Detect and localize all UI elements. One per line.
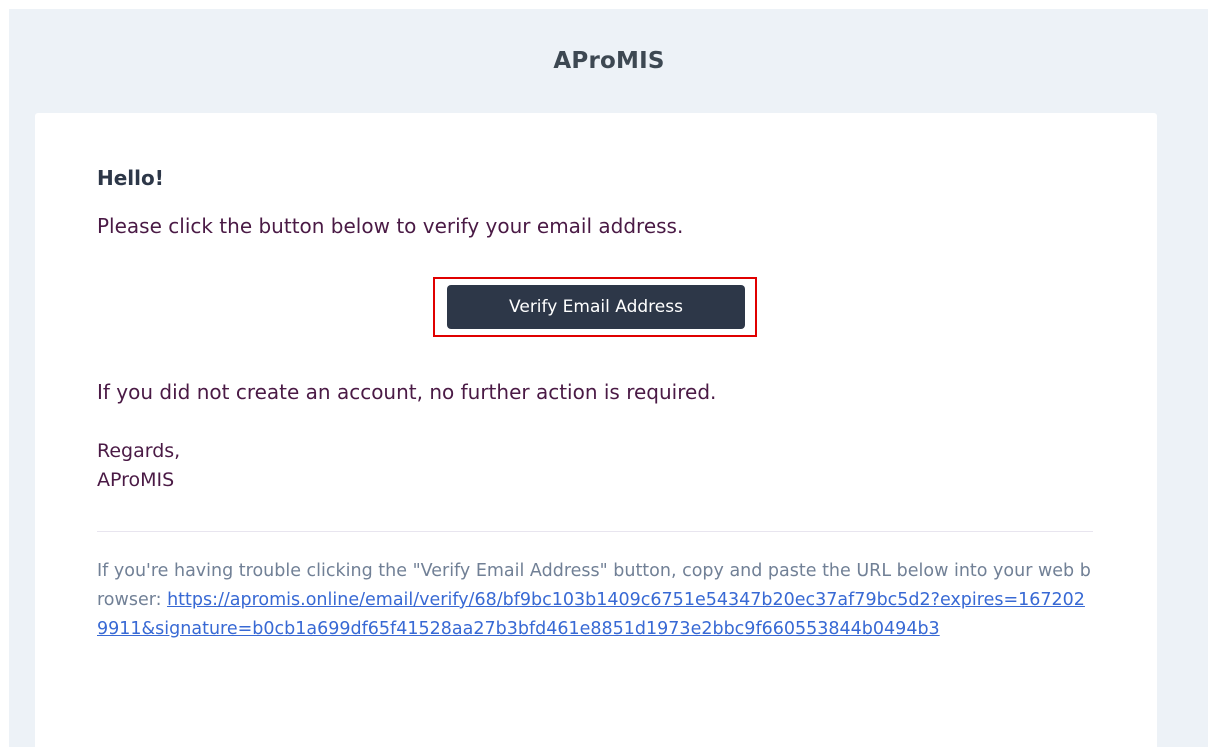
verify-url-link[interactable]: https://apromis.online/email/verify/68/b… <box>97 590 1085 639</box>
salutation: Regards, AProMIS <box>97 437 1093 495</box>
intro-text: Please click the button below to verify … <box>97 214 684 238</box>
email-body: Hello! Please click the button below to … <box>35 113 1157 747</box>
divider <box>97 531 1093 532</box>
salutation-regards: Regards, <box>97 440 181 462</box>
greeting-heading: Hello! <box>97 166 164 190</box>
subcopy-text: If you're having trouble clicking the "V… <box>97 557 1093 644</box>
brand-link[interactable]: AProMIS <box>553 48 664 74</box>
email-wrapper: AProMIS Hello! Please click the button b… <box>9 9 1208 747</box>
button-highlight-box: Verify Email Address <box>433 277 757 337</box>
email-content: Hello! Please click the button below to … <box>97 165 1093 639</box>
verify-email-button[interactable]: Verify Email Address <box>447 285 745 329</box>
email-header: AProMIS <box>9 9 1208 113</box>
salutation-signature: AProMIS <box>97 469 175 491</box>
outro-text: If you did not create an account, no fur… <box>97 380 717 404</box>
